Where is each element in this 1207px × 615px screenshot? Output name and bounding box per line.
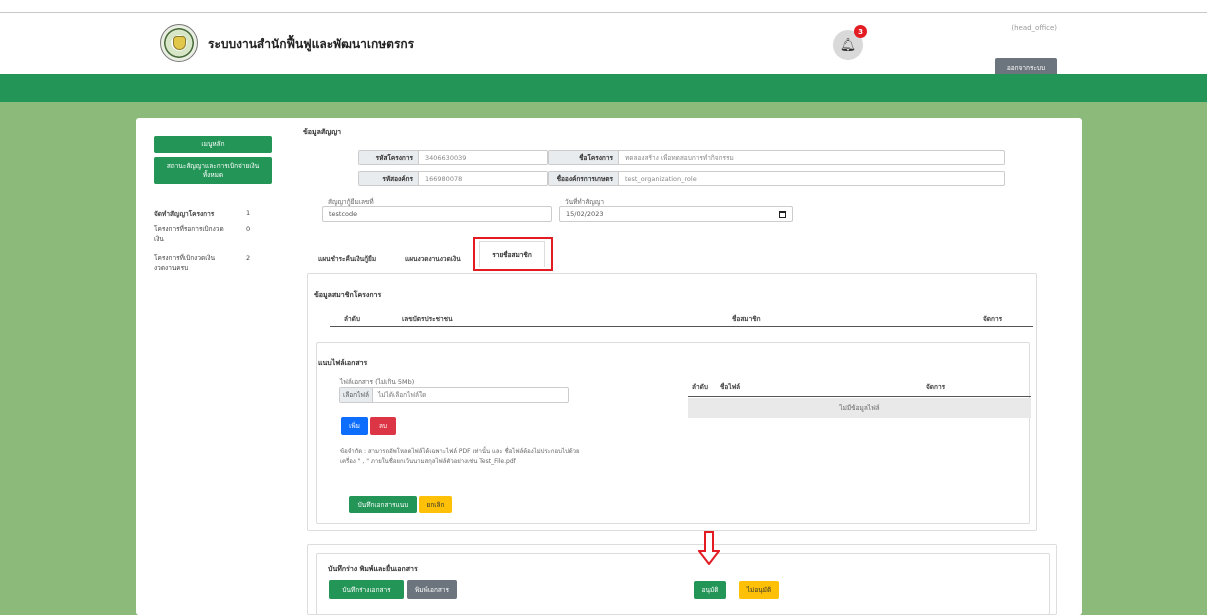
file-col-name: ชื่อไฟล์	[720, 383, 741, 391]
tab-members[interactable]: รายชื่อสมาชิก	[479, 241, 545, 267]
org-code-label: รหัสองค์กร	[359, 172, 419, 185]
calendar-icon[interactable]	[779, 211, 786, 218]
delete-file-button[interactable]: ลบ	[370, 417, 396, 435]
reject-button[interactable]: ไม่อนุมัติ	[739, 581, 779, 599]
file-label: ไฟล์เอกสาร (ไม่เกิน 5Mb)	[340, 378, 415, 386]
project-name-field: ชื่อโครงการ ทดลองสร้าง เพื่อทดสอบการทำกิ…	[548, 150, 1005, 165]
sidebar-item-create-contract[interactable]: จัดทำสัญญาโครงการ 1	[154, 209, 254, 219]
choose-file-button[interactable]: เลือกไฟล์	[340, 388, 373, 402]
main-menu-button[interactable]: เมนูหลัก	[154, 136, 272, 153]
org-name-field: ชื่อองค์กรการเกษตร test_organization_rol…	[548, 171, 1005, 186]
approve-button[interactable]: อนุมัติ	[694, 581, 726, 599]
save-draft-button[interactable]: บันทึกร่างเอกสาร	[329, 580, 404, 599]
sidebar-item-count: 0	[246, 225, 251, 233]
org-name-value: test_organization_role	[625, 174, 697, 183]
no-file-message: ไม่มีข้อมูลไฟล์	[688, 398, 1031, 418]
sidebar-item-label: โครงการที่เบิกงวดเงินงวดงานครบ	[154, 254, 216, 272]
header: ระบบงานสำนักฟื้นฟูและพัฒนาเกษตรกร 🔔︎ 3 (…	[0, 13, 1207, 77]
project-code-label: รหัสโครงการ	[359, 151, 419, 164]
agency-logo	[160, 24, 198, 62]
project-name-value: ทดลองสร้าง เพื่อทดสอบการทำกิจกรรม	[625, 153, 734, 162]
contract-date-input[interactable]: 15/02/2023	[559, 206, 793, 222]
sidebar-item-pending-disbursement[interactable]: โครงการที่รอการเบิกงวดเงิน 0	[154, 225, 250, 245]
save-attachment-button[interactable]: บันทึกเอกสารแนบ	[349, 496, 417, 513]
add-file-button[interactable]: เพิ่ม	[341, 417, 368, 435]
contract-date-value: 15/02/2023	[566, 210, 604, 218]
loan-contract-input[interactable]: testcode	[322, 206, 552, 222]
file-col-order: ลำดับ	[692, 383, 708, 391]
sidebar-item-complete-disbursement[interactable]: โครงการที่เบิกงวดเงินงวดงานครบ 2	[154, 254, 250, 274]
arrow-down-icon	[698, 531, 720, 565]
sidebar-item-count: 2	[246, 254, 251, 262]
org-code-value: 166980078	[425, 174, 463, 183]
bell-icon: 🔔︎	[839, 37, 857, 53]
cancel-attachment-button[interactable]: ยกเลิก	[419, 496, 452, 513]
user-role: (head_office)	[1011, 24, 1057, 32]
project-name-label: ชื่อโครงการ	[549, 151, 619, 164]
col-manage: จัดการ	[983, 315, 1003, 323]
file-col-manage: จัดการ	[926, 383, 946, 391]
members-header-divider	[330, 326, 1033, 327]
file-input[interactable]: เลือกไฟล์ ไม่ได้เลือกไฟล์ใด	[339, 387, 569, 403]
logo-emblem	[173, 36, 186, 50]
members-title: ข้อมูลสมาชิกโครงการ	[314, 291, 382, 299]
tab-installments[interactable]: แผนงวดงานงวดเงิน	[405, 254, 461, 264]
upload-note: ข้อจำกัด : สามารถอัพโหลดไฟล์ได้เฉพาะไฟล์…	[340, 448, 580, 465]
project-code-value: 3406630039	[425, 153, 467, 162]
col-citizen-id: เลขบัตรประชาชน	[402, 315, 453, 323]
col-order: ลำดับ	[344, 315, 360, 323]
col-member-name: ชื่อสมาชิก	[732, 315, 761, 323]
notification-badge: 3	[854, 25, 867, 38]
tab-repayment[interactable]: แผนชำระคืนเงินกู้ยืม	[318, 254, 376, 264]
no-file-text: ไม่ได้เลือกไฟล์ใด	[378, 391, 427, 399]
sidebar-item-label: โครงการที่รอการเบิกงวดเงิน	[154, 225, 224, 243]
org-name-label: ชื่อองค์กรการเกษตร	[549, 172, 619, 185]
print-document-button[interactable]: พิมพ์เอกสาร	[407, 580, 457, 599]
footer-actions-title: บันทึกร่าง พิมพ์และยื่นเอกสาร	[328, 565, 418, 573]
project-code-field: รหัสโครงการ 3406630039	[358, 150, 548, 165]
green-navbar	[0, 74, 1207, 102]
sidebar-item-count: 1	[246, 209, 251, 217]
org-code-field: รหัสองค์กร 166980078	[358, 171, 548, 186]
file-table-divider	[688, 396, 1031, 397]
app-title: ระบบงานสำนักฟื้นฟูและพัฒนาเกษตรกร	[208, 37, 415, 51]
contract-status-button[interactable]: สถานะสัญญาและการเบิกจ่ายเงินทั้งหมด	[154, 157, 272, 184]
contract-section-title: ข้อมูลสัญญา	[303, 128, 342, 136]
attachments-title: แนบไฟล์เอกสาร	[318, 359, 368, 367]
sidebar-item-label: จัดทำสัญญาโครงการ	[154, 210, 215, 218]
